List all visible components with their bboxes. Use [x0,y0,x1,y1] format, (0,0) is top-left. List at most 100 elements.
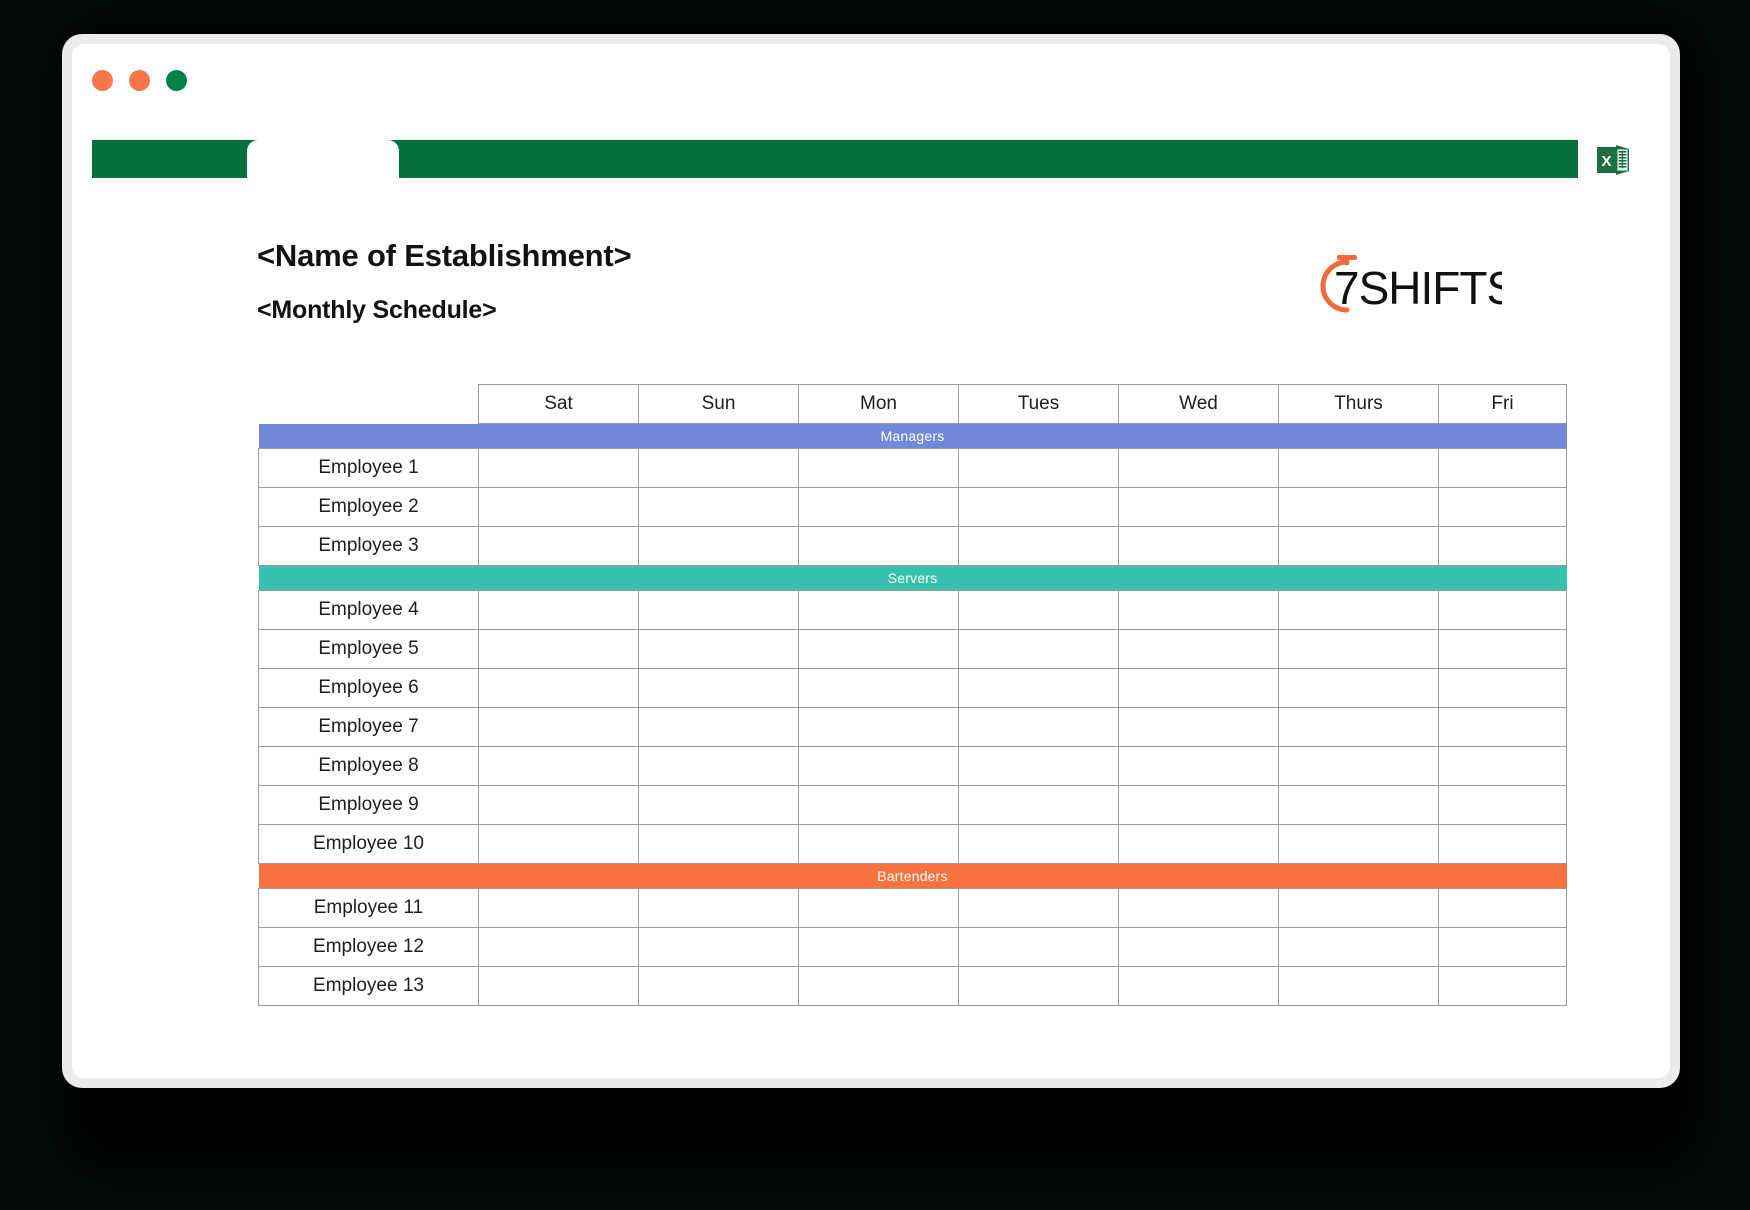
shift-cell[interactable] [1118,888,1279,928]
shift-cell[interactable] [1118,824,1279,864]
shift-cell[interactable] [1438,888,1567,928]
employee-name-cell[interactable]: Employee 6 [258,668,479,708]
shift-cell[interactable] [1438,746,1567,786]
employee-name-cell[interactable]: Employee 1 [258,448,479,488]
shift-cell[interactable] [1278,668,1439,708]
shift-cell[interactable] [638,966,799,1006]
shift-cell[interactable] [958,707,1119,747]
shift-cell[interactable] [1438,668,1567,708]
employee-name-cell[interactable]: Employee 10 [258,824,479,864]
close-dot[interactable] [92,70,113,91]
shift-cell[interactable] [1278,785,1439,825]
shift-cell[interactable] [798,888,959,928]
shift-cell[interactable] [798,746,959,786]
shift-cell[interactable] [638,927,799,967]
shift-cell[interactable] [1278,629,1439,669]
shift-cell[interactable] [798,824,959,864]
shift-cell[interactable] [958,629,1119,669]
shift-cell[interactable] [1278,927,1439,967]
employee-name-cell[interactable]: Employee 2 [258,487,479,527]
employee-name-cell[interactable]: Employee 8 [258,746,479,786]
shift-cell[interactable] [798,707,959,747]
shift-cell[interactable] [1278,526,1439,566]
shift-cell[interactable] [958,824,1119,864]
shift-cell[interactable] [478,629,639,669]
shift-cell[interactable] [1438,966,1567,1006]
shift-cell[interactable] [1438,448,1567,488]
shift-cell[interactable] [798,448,959,488]
shift-cell[interactable] [638,746,799,786]
shift-cell[interactable] [798,927,959,967]
shift-cell[interactable] [798,629,959,669]
shift-cell[interactable] [1118,927,1279,967]
shift-cell[interactable] [798,785,959,825]
shift-cell[interactable] [798,668,959,708]
shift-cell[interactable] [1118,448,1279,488]
shift-cell[interactable] [638,668,799,708]
employee-name-cell[interactable]: Employee 9 [258,785,479,825]
maximize-dot[interactable] [166,70,187,91]
shift-cell[interactable] [638,487,799,527]
shift-cell[interactable] [958,668,1119,708]
shift-cell[interactable] [478,824,639,864]
shift-cell[interactable] [1118,526,1279,566]
shift-cell[interactable] [1438,526,1567,566]
shift-cell[interactable] [1118,966,1279,1006]
shift-cell[interactable] [478,966,639,1006]
employee-name-cell[interactable]: Employee 11 [258,888,479,928]
shift-cell[interactable] [478,746,639,786]
shift-cell[interactable] [638,824,799,864]
shift-cell[interactable] [478,590,639,630]
shift-cell[interactable] [1118,487,1279,527]
shift-cell[interactable] [1278,746,1439,786]
shift-cell[interactable] [1438,785,1567,825]
shift-cell[interactable] [1438,927,1567,967]
shift-cell[interactable] [958,927,1119,967]
employee-name-cell[interactable]: Employee 3 [258,526,479,566]
shift-cell[interactable] [478,785,639,825]
employee-name-cell[interactable]: Employee 12 [258,927,479,967]
shift-cell[interactable] [958,590,1119,630]
shift-cell[interactable] [478,888,639,928]
shift-cell[interactable] [478,448,639,488]
shift-cell[interactable] [958,487,1119,527]
shift-cell[interactable] [478,668,639,708]
shift-cell[interactable] [638,629,799,669]
minimize-dot[interactable] [129,70,150,91]
employee-name-cell[interactable]: Employee 13 [258,966,479,1006]
shift-cell[interactable] [958,448,1119,488]
shift-cell[interactable] [1278,707,1439,747]
shift-cell[interactable] [478,526,639,566]
shift-cell[interactable] [1438,824,1567,864]
shift-cell[interactable] [1118,590,1279,630]
shift-cell[interactable] [638,785,799,825]
shift-cell[interactable] [1438,707,1567,747]
excel-icon[interactable]: X [1595,144,1635,176]
shift-cell[interactable] [638,448,799,488]
employee-name-cell[interactable]: Employee 4 [258,590,479,630]
shift-cell[interactable] [1278,448,1439,488]
shift-cell[interactable] [638,590,799,630]
shift-cell[interactable] [1438,487,1567,527]
shift-cell[interactable] [798,966,959,1006]
shift-cell[interactable] [1278,824,1439,864]
shift-cell[interactable] [958,746,1119,786]
browser-tab[interactable] [247,140,399,178]
employee-name-cell[interactable]: Employee 5 [258,629,479,669]
shift-cell[interactable] [638,526,799,566]
shift-cell[interactable] [1278,966,1439,1006]
employee-name-cell[interactable]: Employee 7 [258,707,479,747]
shift-cell[interactable] [958,785,1119,825]
shift-cell[interactable] [638,707,799,747]
shift-cell[interactable] [1118,785,1279,825]
shift-cell[interactable] [1118,629,1279,669]
shift-cell[interactable] [1438,590,1567,630]
shift-cell[interactable] [478,707,639,747]
shift-cell[interactable] [478,487,639,527]
shift-cell[interactable] [638,888,799,928]
shift-cell[interactable] [958,888,1119,928]
shift-cell[interactable] [798,526,959,566]
shift-cell[interactable] [1118,746,1279,786]
shift-cell[interactable] [958,526,1119,566]
shift-cell[interactable] [798,487,959,527]
